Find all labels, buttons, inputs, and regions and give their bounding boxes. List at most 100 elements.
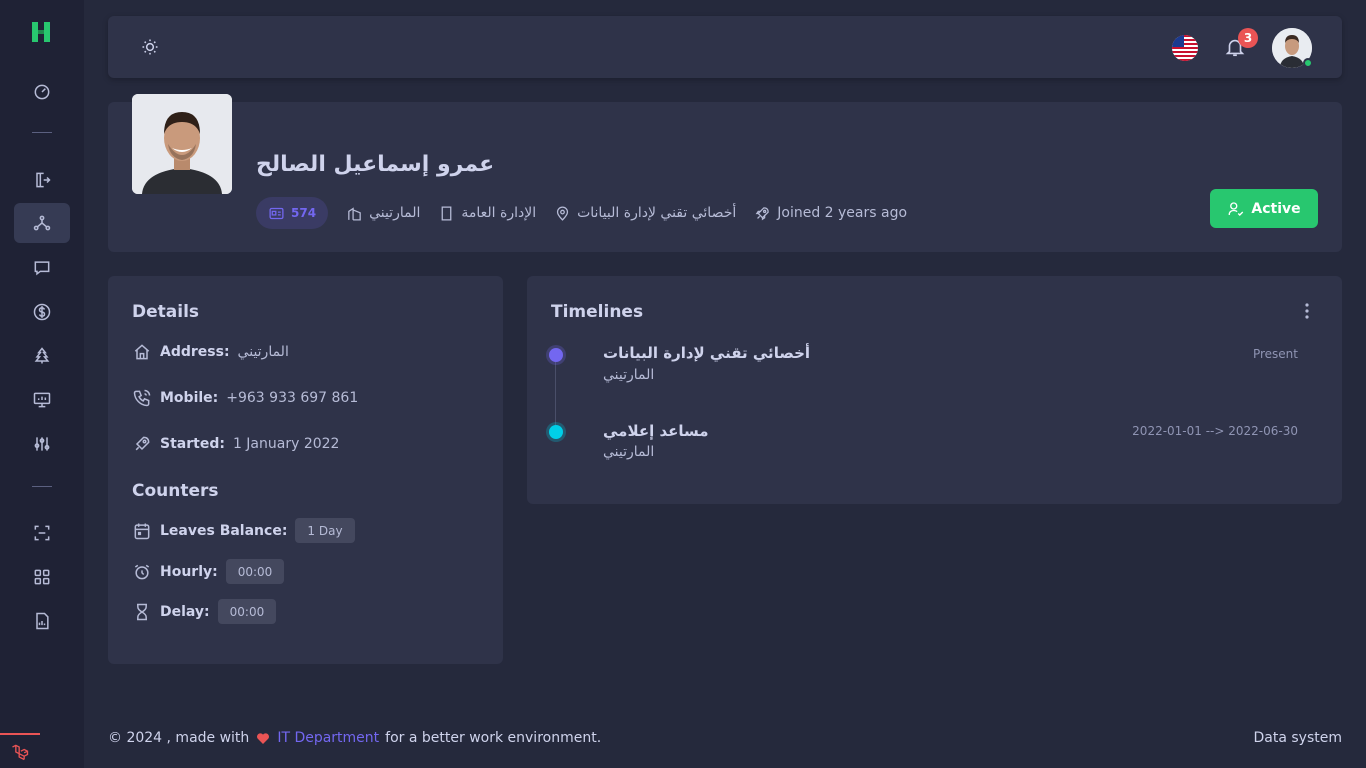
profile-photo <box>132 94 232 194</box>
leaves-label: Leaves Balance: <box>160 522 288 539</box>
counters-title: Counters <box>132 481 219 501</box>
started-value: 1 January 2022 <box>232 436 340 452</box>
hourglass-icon <box>137 603 147 620</box>
mobile-value: +963 933 697 861 <box>226 390 359 406</box>
department-meta: الإدارة العامة <box>438 205 536 222</box>
home-icon <box>134 344 150 360</box>
leaves-value-chip: 1 Day <box>295 518 355 543</box>
hourly-row: Hourly: 00:00 <box>132 559 285 584</box>
sliders-icon <box>34 437 50 451</box>
started-row: Started: 1 January 2022 <box>132 434 339 454</box>
address-row: Address: المارتيني <box>132 342 289 362</box>
address-label: Address: <box>160 344 230 360</box>
department-name: الإدارة العامة <box>461 205 537 221</box>
logout-door-icon <box>36 172 51 188</box>
timelines-card: Timelines أخصائي تقني لإدارة البيانات ال… <box>527 276 1342 504</box>
app-logo[interactable] <box>27 18 55 46</box>
online-status-dot <box>1303 58 1313 68</box>
mobile-row: Mobile: +963 933 697 861 <box>132 388 358 408</box>
timeline-item-subtitle: المارتيني <box>603 367 655 383</box>
sidebar-item-scanner[interactable] <box>14 513 70 553</box>
joined-meta: Joined 2 years ago <box>754 205 907 222</box>
footer-prefix: © 2024 , made with <box>108 730 250 746</box>
timeline-dot-primary <box>549 348 563 362</box>
leaves-balance-row: Leaves Balance: 1 Day <box>132 518 355 543</box>
address-value: المارتيني <box>237 344 289 360</box>
top-navbar: 3 <box>108 16 1342 78</box>
active-status-button[interactable]: Active <box>1210 189 1318 228</box>
branch-name: المارتيني <box>369 205 421 221</box>
sidebar-item-settings[interactable] <box>14 424 70 464</box>
footer-credits: © 2024 , made with IT Department for a b… <box>108 730 601 746</box>
sidebar-item-apps[interactable] <box>14 557 70 597</box>
laravel-icon[interactable] <box>0 733 40 768</box>
joined-text: Joined 2 years ago <box>777 205 908 221</box>
sidebar-item-structure[interactable] <box>14 203 70 243</box>
employee-name: عمرو إسماعيل الصالح <box>256 152 495 177</box>
sidebar-item-leaves[interactable] <box>14 160 70 200</box>
sidebar-item-salaries[interactable] <box>14 292 70 332</box>
profile-header-card: عمرو إسماعيل الصالح 574 المارتيني الإدار… <box>108 94 1342 252</box>
scan-icon <box>34 525 50 541</box>
id-card-icon <box>269 207 284 219</box>
user-check-icon <box>1228 201 1244 216</box>
map-pin-icon <box>556 206 569 221</box>
report-icon <box>36 612 49 630</box>
hourly-value-chip: 00:00 <box>225 559 285 584</box>
tree-icon <box>34 347 50 364</box>
alarm-clock-icon <box>134 564 150 579</box>
monitor-chart-icon <box>33 392 51 408</box>
hourly-label: Hourly: <box>160 563 218 580</box>
sidebar-item-holidays[interactable] <box>14 336 70 376</box>
sidebar-item-attendance[interactable] <box>14 380 70 420</box>
footer-suffix: for a better work environment. <box>385 730 602 746</box>
calendar-icon <box>134 523 150 539</box>
grid-icon <box>34 569 50 585</box>
delay-label: Delay: <box>160 603 210 620</box>
delay-value-chip: 00:00 <box>217 599 277 624</box>
network-structure-icon <box>33 215 51 231</box>
delay-row: Delay: 00:00 <box>132 599 277 624</box>
status-label: Active <box>1251 200 1301 217</box>
more-options-icon[interactable] <box>1299 302 1315 320</box>
timeline-item-subtitle: المارتيني <box>603 444 655 460</box>
sidebar-divider <box>32 132 52 133</box>
footer-link[interactable]: IT Department <box>277 730 379 746</box>
mobile-label: Mobile: <box>160 390 219 406</box>
timeline-item-date: Present <box>1252 347 1298 361</box>
timeline-item-title: أخصائي تقني لإدارة البيانات <box>603 344 811 362</box>
office-building-icon <box>441 205 452 221</box>
timeline-connector <box>555 356 556 428</box>
building-icon <box>348 206 361 221</box>
employee-id: 574 <box>291 206 317 220</box>
started-label: Started: <box>160 436 225 452</box>
dashboard-icon <box>34 84 50 100</box>
sidebar-item-reports[interactable] <box>14 601 70 641</box>
user-avatar[interactable] <box>1272 28 1313 68</box>
theme-toggle-sun-icon[interactable] <box>140 37 160 57</box>
sidebar-item-messages[interactable] <box>14 248 70 288</box>
heart-icon <box>257 733 270 744</box>
footer-system-name: Data system <box>1253 730 1343 746</box>
timeline-item-date: 2022-01-01 --> 2022-06-30 <box>1132 424 1298 438</box>
phone-call-icon <box>133 389 151 407</box>
timeline-dot-info <box>549 425 563 439</box>
profile-meta-row: 574 المارتيني الإدارة العامة أخصائي تقني… <box>256 197 907 229</box>
branch-meta: المارتيني <box>346 205 420 222</box>
language-us-flag-icon[interactable] <box>1172 35 1198 61</box>
timelines-title: Timelines <box>551 302 644 322</box>
rocket-icon <box>135 436 150 451</box>
timeline-item-title: مساعد إعلامي <box>603 422 709 440</box>
rocket-icon <box>755 206 770 220</box>
sidebar-divider <box>32 486 52 487</box>
details-card: Details Address: المارتيني Mobile: +963 … <box>108 276 503 664</box>
notifications-count-badge: 3 <box>1238 28 1258 48</box>
position-meta: أخصائي تقني لإدارة البيانات <box>554 205 736 222</box>
position-name: أخصائي تقني لإدارة البيانات <box>577 205 737 221</box>
chat-icon <box>34 261 50 276</box>
sidebar-item-dashboard[interactable] <box>14 72 70 112</box>
sidebar <box>0 0 84 768</box>
details-title: Details <box>132 302 200 322</box>
employee-id-badge: 574 <box>256 197 329 229</box>
dollar-icon <box>33 303 51 321</box>
